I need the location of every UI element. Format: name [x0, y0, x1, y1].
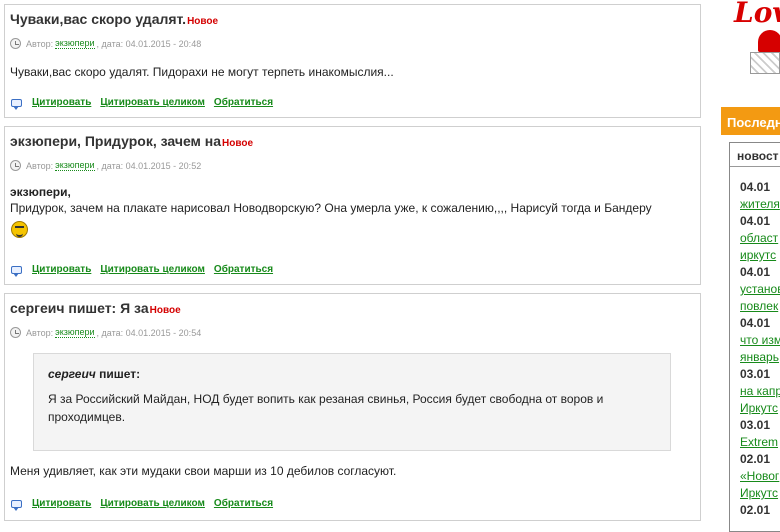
news-date: 04.01	[740, 316, 771, 330]
news-link[interactable]: повлек	[740, 298, 780, 315]
post-actions: Цитировать Цитировать целиком Обратиться	[11, 264, 282, 277]
author-link[interactable]: экзюпери	[55, 160, 95, 171]
quote-author: сергеич пишет:	[48, 365, 140, 383]
comment-post: сергеич пишет: Я заНовое Автор: экзюпери…	[4, 293, 701, 521]
post-actions: Цитировать Цитировать целиком Обратиться	[11, 97, 282, 110]
quote-link[interactable]: Цитировать	[32, 498, 91, 509]
post-meta: Автор: экзюпери , дата: 04.01.2015 - 20:…	[10, 38, 201, 49]
site-logo[interactable]: Lov	[724, 0, 780, 78]
post-body-text: Придурок, зачем на плакате нарисовал Нов…	[10, 201, 652, 215]
news-box: новост 04.01 жителя 04.01 област иркутс 04.01…	[729, 142, 780, 532]
reply-link[interactable]: Обратиться	[214, 97, 273, 108]
news-link[interactable]: январь	[740, 349, 780, 366]
post-meta: Автор: экзюпери , дата: 04.01.2015 - 20:…	[10, 327, 201, 338]
news-link[interactable]: Иркутс	[740, 485, 780, 502]
post-title: экзюпери, Придурок, зачем наНовое	[10, 133, 253, 149]
news-link[interactable]: област	[740, 230, 780, 247]
quote-link[interactable]: Цитировать	[32, 97, 91, 108]
author-label: Автор:	[26, 160, 54, 171]
news-link[interactable]: установ	[740, 281, 780, 298]
quote-text: Я за Российский Майдан, НОД будет вопить…	[48, 392, 604, 424]
comment-icon[interactable]	[11, 265, 22, 277]
reply-link[interactable]: Обратиться	[214, 498, 273, 509]
post-title: сергеич пишет: Я заНовое	[10, 300, 181, 316]
post-date: , дата: 04.01.2015 - 20:48	[96, 38, 202, 49]
news-date: 03.01	[740, 418, 771, 432]
news-link[interactable]: на капр	[740, 383, 780, 400]
comment-icon[interactable]	[11, 98, 22, 110]
author-link[interactable]: экзюпери	[55, 38, 95, 49]
news-link[interactable]: иркутс	[740, 247, 780, 264]
post-title-text: экзюпери, Придурок, зачем на	[10, 133, 222, 149]
quote-says: пишет:	[95, 367, 141, 381]
post-body: Чуваки,вас скоро удалят. Пидорахи не мог…	[10, 65, 394, 79]
new-badge: Новое	[149, 305, 181, 316]
post-actions: Цитировать Цитировать целиком Обратиться	[11, 498, 282, 511]
comment-icon[interactable]	[11, 499, 22, 511]
news-date: 02.01	[740, 452, 771, 466]
news-link[interactable]: Extrem	[740, 434, 780, 451]
logo-text: Lov	[734, 0, 780, 29]
comment-post: Чуваки,вас скоро удалят.Новое Автор: экз…	[4, 4, 701, 118]
news-date: 02.01	[740, 503, 771, 517]
quote-all-link[interactable]: Цитировать целиком	[100, 264, 205, 275]
news-date: 04.01	[740, 180, 771, 194]
author-link[interactable]: экзюпери	[55, 327, 95, 338]
gift-icon	[750, 52, 780, 74]
news-link[interactable]: «Новог	[740, 468, 780, 485]
post-body: экзюпери, Придурок, зачем на плакате нар…	[10, 184, 692, 216]
post-body: Меня удивляет, как эти мудаки свои марши…	[10, 464, 397, 478]
news-date: 04.01	[740, 214, 771, 228]
news-link[interactable]: Иркутс	[740, 400, 780, 417]
clock-icon	[10, 160, 21, 171]
clock-icon	[10, 327, 21, 338]
sidebar-header: Последн	[721, 107, 780, 135]
quote-all-link[interactable]: Цитировать целиком	[100, 498, 205, 509]
post-title-text: сергеич пишет: Я за	[10, 300, 149, 316]
post-meta: Автор: экзюпери , дата: 04.01.2015 - 20:…	[10, 160, 201, 171]
news-list: 04.01 жителя 04.01 област иркутс 04.01 установ…	[740, 179, 780, 519]
quote-link[interactable]: Цитировать	[32, 264, 91, 275]
news-link[interactable]: жителя	[740, 196, 780, 213]
quote-box: сергеич пишет: Я за Российский Майдан, Н…	[33, 353, 671, 451]
post-title-text: Чуваки,вас скоро удалят.	[10, 11, 187, 27]
new-badge: Новое	[187, 16, 219, 27]
post-title: Чуваки,вас скоро удалят.Новое	[10, 11, 218, 27]
quote-author-name: сергеич	[48, 367, 96, 381]
heart-icon	[758, 30, 780, 52]
news-link[interactable]: что изм	[740, 332, 780, 349]
post-date: , дата: 04.01.2015 - 20:54	[96, 327, 202, 338]
addressee: экзюпери,	[10, 185, 71, 199]
news-date: 04.01	[740, 265, 771, 279]
quote-all-link[interactable]: Цитировать целиком	[100, 97, 205, 108]
tab-news[interactable]: новост	[730, 143, 780, 167]
new-badge: Новое	[222, 138, 254, 149]
reply-link[interactable]: Обратиться	[214, 264, 273, 275]
comment-post: экзюпери, Придурок, зачем наНовое Автор:…	[4, 126, 701, 285]
author-label: Автор:	[26, 327, 54, 338]
smiley-icon	[11, 221, 28, 238]
news-date: 03.01	[740, 367, 771, 381]
clock-icon	[10, 38, 21, 49]
author-label: Автор:	[26, 38, 54, 49]
post-date: , дата: 04.01.2015 - 20:52	[96, 160, 202, 171]
